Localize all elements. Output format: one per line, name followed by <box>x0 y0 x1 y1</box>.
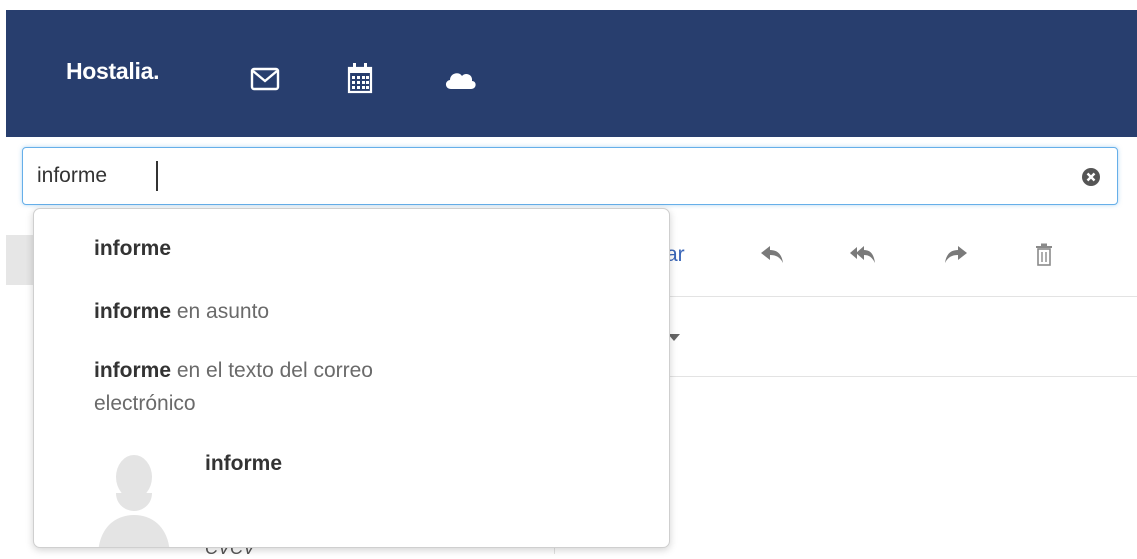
suggestion-term: informe <box>94 237 172 260</box>
trash-icon[interactable] <box>1033 242 1063 268</box>
brand-logo[interactable]: Hostalia. <box>66 58 159 85</box>
search-box <box>22 147 1118 205</box>
search-suggestions-dropdown: informe informe en asunto informe en el … <box>33 208 670 548</box>
top-navigation-bar: Hostalia. <box>6 10 1137 137</box>
suggestion-item-body[interactable]: informe en el texto del correo electróni… <box>94 354 373 420</box>
suggestion-scope: en el texto del correo <box>171 359 373 382</box>
clear-circle-icon[interactable] <box>1081 167 1101 187</box>
person-silhouette-icon <box>96 447 172 547</box>
reply-all-icon[interactable] <box>849 242 879 268</box>
cloud-icon[interactable] <box>442 64 478 94</box>
suggestion-term: informe <box>94 359 172 382</box>
suggestion-item[interactable]: informe <box>94 232 171 265</box>
suggestion-scope-continued: electrónico <box>94 392 196 415</box>
text-caret <box>156 161 158 191</box>
forward-icon[interactable] <box>939 242 969 268</box>
reply-icon[interactable] <box>759 242 789 268</box>
suggestion-term: informe <box>94 300 172 323</box>
calendar-icon[interactable] <box>347 62 377 94</box>
suggestion-item-subject[interactable]: informe en asunto <box>94 295 269 328</box>
selected-folder-highlight <box>6 235 34 285</box>
search-input[interactable] <box>37 148 1057 204</box>
contact-name: informe <box>205 452 283 475</box>
contact-suggestion[interactable]: informe <box>34 439 669 547</box>
suggestion-scope: en asunto <box>171 300 270 323</box>
mail-icon[interactable] <box>250 64 280 94</box>
